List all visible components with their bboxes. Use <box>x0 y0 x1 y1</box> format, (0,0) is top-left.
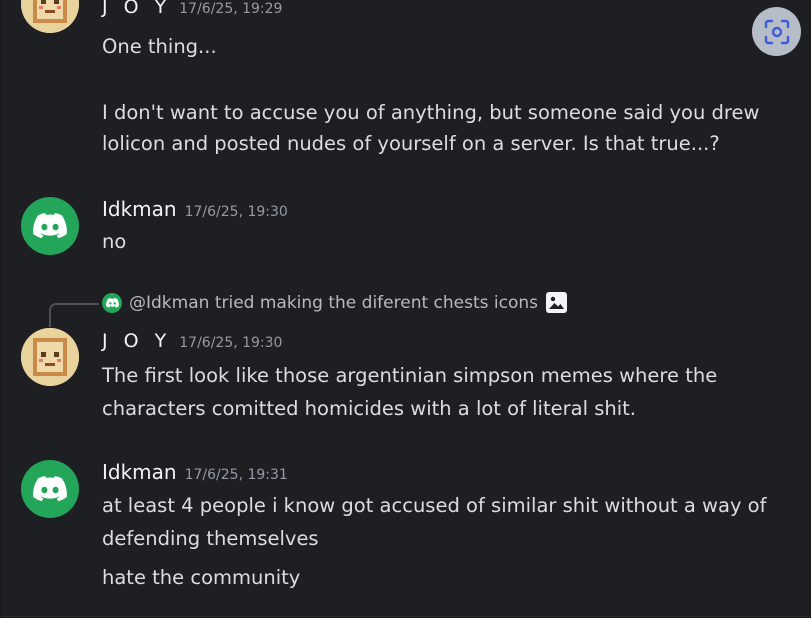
message-line: no <box>102 230 127 253</box>
message-line: characters comitted homicides with a lot… <box>102 397 636 420</box>
image-icon <box>546 292 568 313</box>
chat-view: J O Y 17/6/25, 19:29 One thing... I don't… <box>2 0 809 617</box>
discord-icon <box>33 476 67 502</box>
avatar[interactable] <box>21 197 79 255</box>
timestamp: 17/6/25, 19:31 <box>184 467 288 483</box>
message-line: The first look like those argentinian si… <box>102 364 718 387</box>
reply-mention[interactable]: @Idkman <box>129 293 209 313</box>
message-line: lolicon and posted nudes of yourself on … <box>102 132 720 155</box>
timestamp: 17/6/25, 19:30 <box>184 204 288 220</box>
message-line: defending themselves <box>102 527 319 550</box>
avatar[interactable] <box>21 0 79 33</box>
username[interactable]: Idkman <box>102 460 177 484</box>
message-line: I don't want to accuse you of anything, … <box>102 101 760 124</box>
username[interactable]: J O Y <box>102 330 171 352</box>
username[interactable]: J O Y <box>102 0 171 18</box>
reply-connector <box>49 303 99 327</box>
joy-avatar-icon <box>21 328 79 386</box>
message-line: One thing... <box>102 35 217 58</box>
lens-scan-icon <box>764 19 789 44</box>
discord-icon <box>33 213 67 239</box>
timestamp: 17/6/25, 19:30 <box>179 335 283 351</box>
reply-avatar <box>102 292 122 313</box>
avatar[interactable] <box>21 460 79 518</box>
lens-scan-button[interactable] <box>752 7 801 56</box>
message-line: at least 4 people i know got accused of … <box>102 494 767 517</box>
avatar[interactable] <box>21 328 79 386</box>
reply-preview[interactable]: @Idkman tried making the diferent chests… <box>102 292 568 313</box>
reply-text[interactable]: tried making the diferent chests icons <box>215 293 538 313</box>
username[interactable]: Idkman <box>102 197 177 221</box>
joy-avatar-icon <box>21 0 79 33</box>
discord-icon <box>105 297 119 308</box>
message-line: hate the community <box>102 566 301 589</box>
timestamp: 17/6/25, 19:29 <box>179 1 283 17</box>
